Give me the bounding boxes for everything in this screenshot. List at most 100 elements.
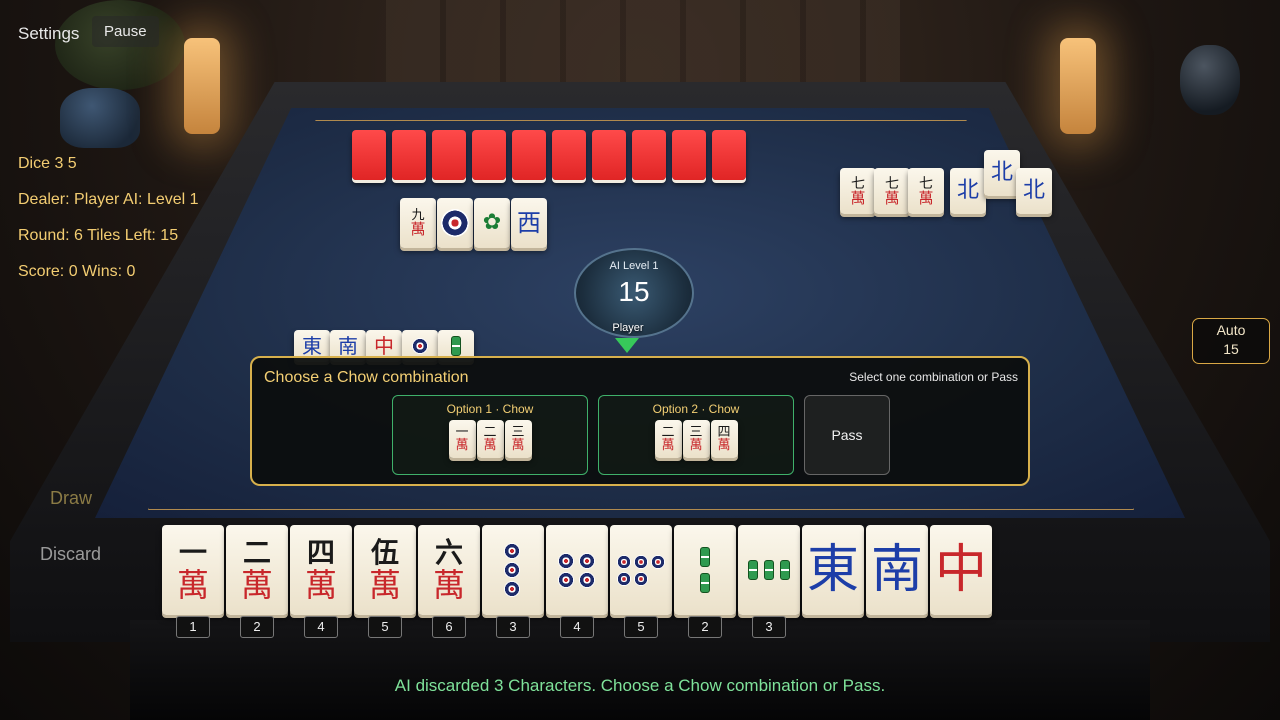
opponent-tile-back (472, 130, 506, 180)
tile-number-badge: 5 (368, 616, 402, 638)
hand-tile-wind[interactable]: 東 (802, 525, 864, 615)
circle-pip-icon (617, 554, 631, 569)
bamboo-stick-icon (780, 560, 790, 580)
circle-pip-icon (651, 554, 665, 569)
tile-number-badge: 5 (624, 616, 658, 638)
circle-pip-icon (634, 554, 648, 569)
score-info: Score: 0 Wins: 0 (18, 263, 136, 280)
round-info: Round: 6 Tiles Left: 15 (18, 227, 179, 244)
chow-choice-dialog: Choose a Chow combination Select one com… (250, 356, 1030, 486)
circle-pip-icon (617, 571, 631, 586)
opponent-tile-back (432, 130, 466, 180)
tile-number-glyph: 二 (242, 536, 271, 569)
opponent-tile-back (592, 130, 626, 180)
opponent-tile-back (352, 130, 386, 180)
bamboo-stick-icon (700, 573, 710, 593)
hand-tile-wind[interactable]: 南 (866, 525, 928, 615)
hand-tile-characters[interactable]: 一萬 (162, 525, 224, 615)
chow-option-2-button[interactable]: Option 2 · Chow 二萬 三萬 四萬 (598, 395, 794, 475)
tile-number-glyph: 六 (434, 536, 463, 569)
hand-tile-bamboo[interactable] (738, 525, 800, 615)
dice-info: Dice 3 5 (18, 155, 77, 172)
tile-number-badge: 3 (752, 616, 786, 638)
circle-pip-icon (504, 562, 520, 578)
pause-button[interactable]: Pause (92, 16, 159, 47)
ai-level-label: AI Level 1 (609, 260, 659, 272)
option-tile: 二萬 (654, 420, 682, 458)
tile-number-glyph: 四 (306, 536, 335, 569)
tile-suit-glyph: 萬 (304, 566, 337, 604)
opponent-tile-back (672, 130, 706, 180)
tile-number-glyph: 伍 (370, 536, 399, 569)
bamboo-stick-icon (700, 547, 710, 567)
circle-pip-icon (504, 543, 520, 559)
tile-number-glyph: 一 (178, 536, 207, 569)
tile-honor-glyph: 中 (934, 540, 987, 600)
tile-number-badge: 1 (176, 616, 210, 638)
draw-button[interactable]: Draw (50, 488, 92, 509)
plant-pot (60, 88, 140, 148)
discard-tile-west-wind: 西 (511, 198, 547, 248)
meld-tile-7-characters: 七萬 (840, 168, 876, 214)
circle-pip-icon (557, 571, 574, 588)
hand-tile-circles[interactable] (482, 525, 544, 615)
vase (1180, 45, 1240, 115)
hand-tile-bamboo[interactable] (674, 525, 736, 615)
opponent-tile-back (712, 130, 746, 180)
tile-suit-glyph: 萬 (368, 566, 401, 604)
circle-pip-icon (504, 581, 520, 597)
lamp-left (184, 38, 220, 134)
pass-button[interactable]: Pass (804, 395, 890, 475)
meld-tile-7-characters: 七萬 (908, 168, 944, 214)
hand-tile-characters[interactable]: 六萬 (418, 525, 480, 615)
meld-tile-7-characters: 七萬 (874, 168, 910, 214)
tile-honor-glyph: 南 (870, 540, 923, 600)
option-tile: 二萬 (476, 420, 504, 458)
hand-tile-characters[interactable]: 二萬 (226, 525, 288, 615)
bamboo-stick-icon (748, 560, 758, 580)
circle-pip-icon (578, 571, 595, 588)
auto-countdown: 15 (1223, 341, 1239, 357)
hand-tile-dragon[interactable]: 中 (930, 525, 992, 615)
tile-honor-glyph: 東 (806, 540, 859, 600)
tile-number-badge: 2 (688, 616, 722, 638)
opponent-tile-back (512, 130, 546, 180)
tile-number-badge: 4 (560, 616, 594, 638)
tile-suit-glyph: 萬 (432, 566, 465, 604)
meld-tile-north-wind: 北 (1016, 168, 1052, 214)
tile-number-badge: 6 (432, 616, 466, 638)
opponent-tile-back (552, 130, 586, 180)
option-tile: 四萬 (710, 420, 738, 458)
hand-tile-circles[interactable] (610, 525, 672, 615)
hand-tile-characters[interactable]: 四萬 (290, 525, 352, 615)
dialog-hint: Select one combination or Pass (849, 370, 1018, 384)
circle-pip-icon (578, 552, 595, 569)
option-label: Option 2 · Chow (652, 402, 740, 416)
meld-tile-north-wind: 北 (950, 168, 986, 214)
tile-number-badge: 2 (240, 616, 274, 638)
turn-player-label: Player (612, 322, 644, 334)
tile-number-badge: 4 (304, 616, 338, 638)
turn-arrow-icon (615, 338, 639, 353)
hand-tile-characters[interactable]: 伍萬 (354, 525, 416, 615)
discard-button[interactable]: Discard (40, 544, 101, 565)
hand-tile-circles[interactable] (546, 525, 608, 615)
status-message: AI discarded 3 Characters. Choose a Chow… (394, 676, 886, 695)
settings-button[interactable]: Settings (12, 22, 85, 46)
discard-tile-circle (437, 198, 473, 248)
dialog-title: Choose a Chow combination (264, 369, 469, 386)
tiles-left-counter: 15 (618, 276, 650, 307)
dealer-info: Dealer: Player AI: Level 1 (18, 191, 199, 208)
chow-option-1-button[interactable]: Option 1 · Chow 一萬 二萬 三萬 (392, 395, 588, 475)
discard-tile-9-characters: 九萬 (400, 198, 436, 248)
auto-label: Auto (1216, 322, 1246, 338)
circle-pip-icon (557, 552, 574, 569)
lamp-right (1060, 38, 1096, 134)
tile-suit-glyph: 萬 (176, 566, 209, 604)
circle-pip-icon (634, 571, 648, 586)
opponent-tile-back (392, 130, 426, 180)
option-label: Option 1 · Chow (446, 402, 534, 416)
auto-play-button[interactable]: Auto 15 (1192, 318, 1270, 364)
tile-number-badge: 3 (496, 616, 530, 638)
option-tile: 三萬 (504, 420, 532, 458)
